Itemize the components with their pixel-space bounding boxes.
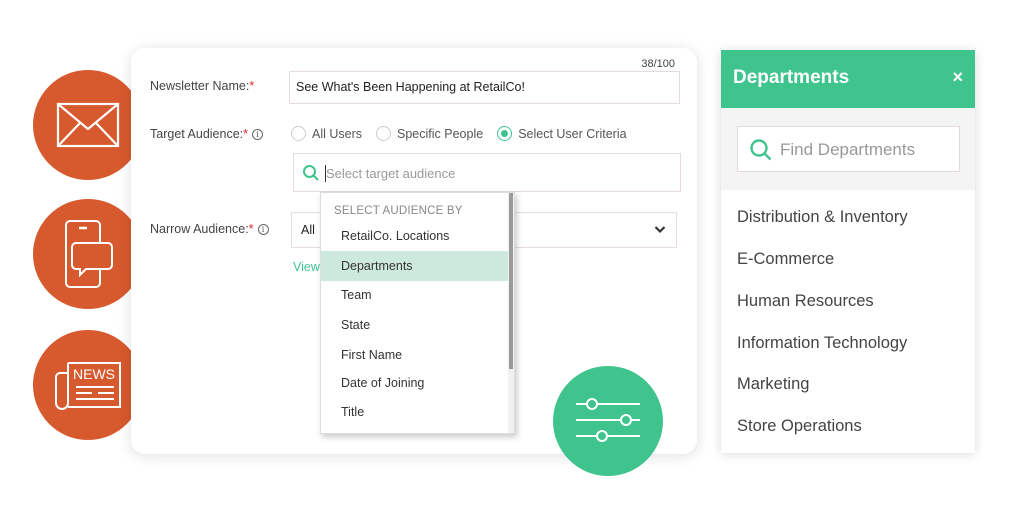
departments-panel-header: Departments × xyxy=(721,50,975,108)
email-channel-icon-circle xyxy=(33,70,143,180)
department-item[interactable]: Marketing xyxy=(737,375,809,394)
chevron-down-icon xyxy=(654,226,666,234)
radio-specific-people[interactable]: Specific People xyxy=(376,126,483,141)
department-item[interactable]: Information Technology xyxy=(737,334,907,353)
narrow-audience-label: Narrow Audience:* i xyxy=(150,222,269,236)
radio-button[interactable] xyxy=(291,126,306,141)
department-item[interactable]: E-Commerce xyxy=(737,250,834,269)
target-audience-label: Target Audience:* i xyxy=(150,127,263,141)
department-item[interactable]: Distribution & Inventory xyxy=(737,208,908,227)
newsletter-name-label: Newsletter Name:* xyxy=(150,79,255,93)
svg-text:NEWS: NEWS xyxy=(73,366,115,382)
filter-icon-circle xyxy=(553,366,663,476)
required-mark: * xyxy=(243,127,248,141)
view-link[interactable]: View xyxy=(293,260,320,274)
target-audience-search-input[interactable]: Select target audience xyxy=(293,153,681,192)
radio-button[interactable] xyxy=(376,126,392,141)
find-departments-input[interactable]: Find Departments xyxy=(737,126,960,172)
departments-panel-title: Departments xyxy=(733,67,850,88)
mobile-channel-icon-circle xyxy=(33,199,143,309)
newspaper-icon: NEWS xyxy=(55,362,121,410)
close-icon[interactable]: × xyxy=(952,67,963,88)
required-mark: * xyxy=(248,222,254,236)
dropdown-option-date-of-joining[interactable]: Date of Joining xyxy=(321,368,510,398)
radio-select-user-criteria[interactable]: Select User Criteria xyxy=(497,126,627,141)
search-icon xyxy=(750,139,772,161)
required-mark: * xyxy=(249,79,255,93)
dropdown-option-title[interactable]: Title xyxy=(321,397,510,427)
departments-panel: Departments × Find Departments Distribut… xyxy=(721,50,975,453)
newsletter-name-input[interactable]: See What's Been Happening at RetailCo! xyxy=(289,71,680,104)
dropdown-scrollbar[interactable] xyxy=(508,193,514,433)
info-icon[interactable]: i xyxy=(257,224,269,235)
newsletter-channel-icon-circle: NEWS xyxy=(33,330,143,440)
scrollbar-thumb[interactable] xyxy=(509,193,513,369)
radio-all-users[interactable]: All Users xyxy=(291,126,362,141)
dropdown-option-first-name[interactable]: First Name xyxy=(321,340,510,370)
audience-dropdown-menu: SELECT AUDIENCE BY RetailCo. Locations D… xyxy=(320,192,515,434)
envelope-icon xyxy=(56,102,120,148)
search-placeholder: Select target audience xyxy=(326,166,456,181)
department-item[interactable]: Human Resources xyxy=(737,292,874,311)
dropdown-option-departments[interactable]: Departments xyxy=(321,251,510,281)
target-audience-radio-group: All Users Specific People Select User Cr… xyxy=(291,126,641,141)
dropdown-option-state[interactable]: State xyxy=(321,310,510,340)
search-icon xyxy=(303,165,319,181)
dropdown-header: SELECT AUDIENCE BY xyxy=(334,205,463,217)
dropdown-option-team[interactable]: Team xyxy=(321,280,510,310)
radio-button-checked[interactable] xyxy=(497,126,513,141)
info-icon[interactable]: i xyxy=(252,129,263,140)
find-departments-placeholder: Find Departments xyxy=(780,140,916,159)
dropdown-option-retailco-locations[interactable]: RetailCo. Locations xyxy=(321,221,510,251)
department-item[interactable]: Store Operations xyxy=(737,417,862,436)
char-count: 38/100 xyxy=(641,58,675,70)
sliders-icon xyxy=(576,398,640,442)
departments-search-area: Find Departments xyxy=(721,108,975,190)
mobile-chat-icon xyxy=(65,220,113,288)
